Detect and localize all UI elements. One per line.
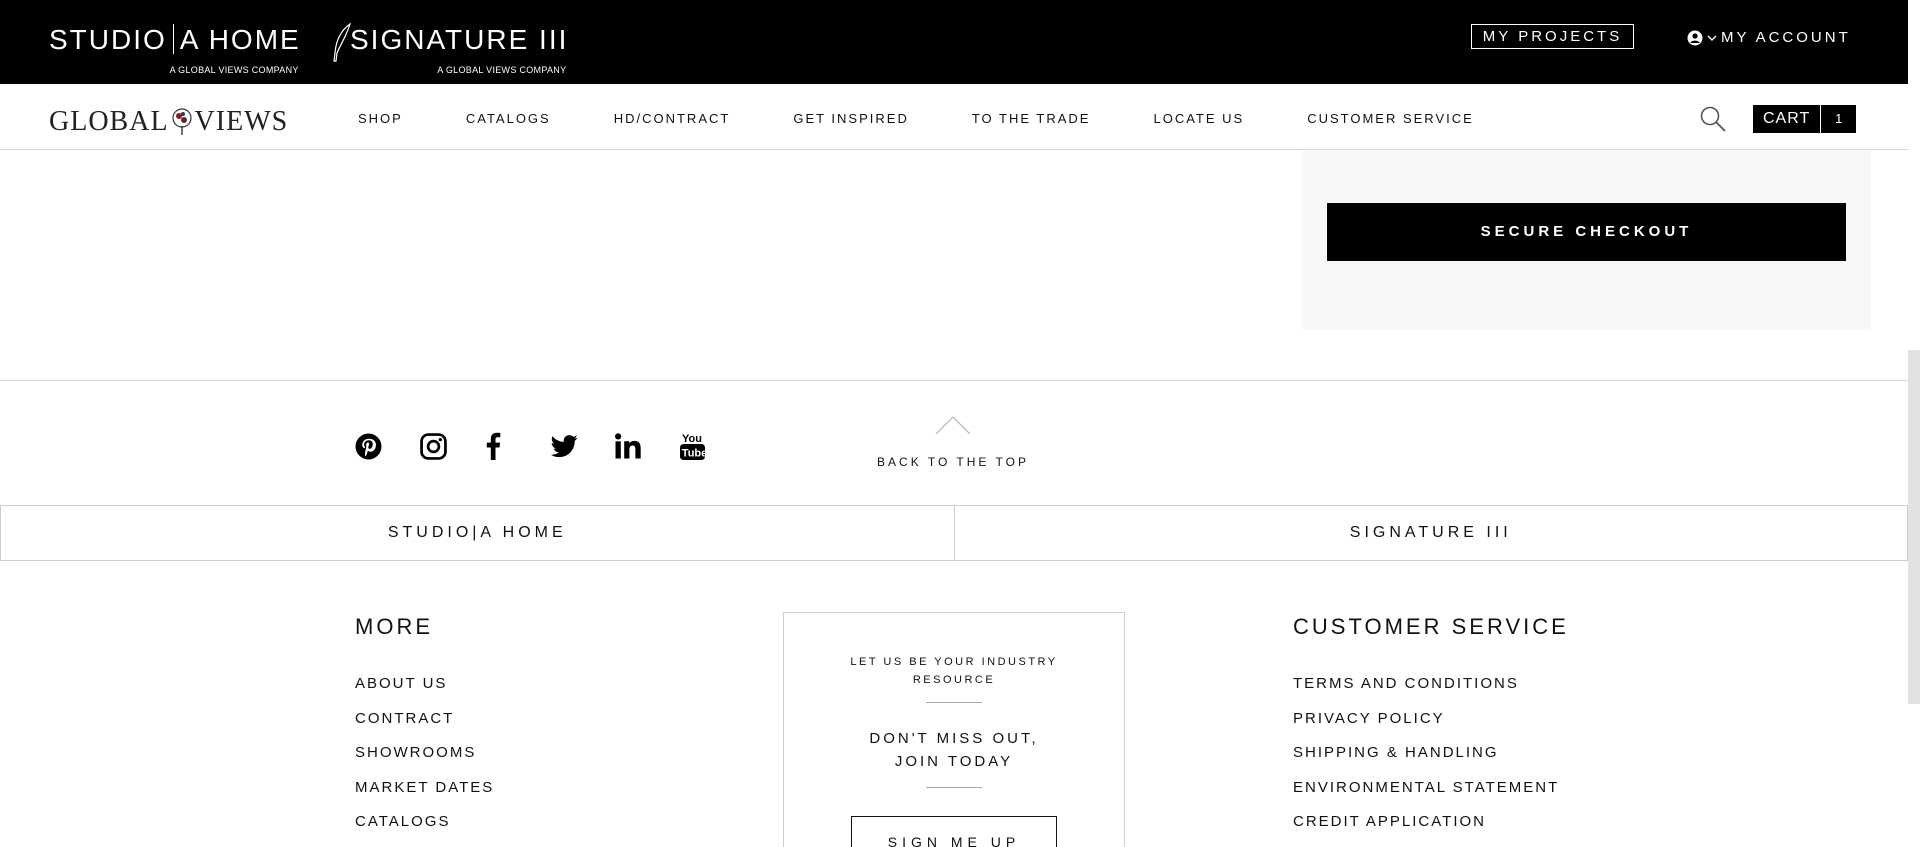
signature-brand-name: SIGNATURE III	[350, 24, 569, 55]
footer-link-shipping[interactable]: SHIPPING & HANDLING	[1293, 744, 1559, 779]
sign-me-up-button[interactable]: SIGN ME UP	[851, 816, 1057, 847]
cart-count-badge: 1	[1820, 105, 1857, 133]
youtube-icon[interactable]: You Tube	[680, 431, 745, 461]
nav-item-shop[interactable]: SHOP	[358, 111, 403, 126]
nav-item-hd-contract[interactable]: HD/CONTRACT	[614, 111, 731, 126]
brand-links-row: STUDIO|A HOME SIGNATURE III	[0, 505, 1908, 561]
nav-item-get-inspired[interactable]: GET INSPIRED	[793, 111, 909, 126]
footer-link-about-us[interactable]: ABOUT US	[355, 675, 494, 710]
instagram-icon[interactable]	[420, 431, 485, 461]
signature-iii-footer-link[interactable]: SIGNATURE III	[954, 505, 1908, 561]
studio-brand-right: A HOME	[179, 24, 301, 55]
footer-link-privacy[interactable]: PRIVACY POLICY	[1293, 710, 1559, 745]
chevron-down-icon	[1707, 35, 1717, 41]
my-account-menu[interactable]: MY ACCOUNT	[1687, 29, 1851, 46]
cart-label: CART	[1753, 105, 1821, 133]
nav-item-catalogs[interactable]: CATALOGS	[466, 111, 551, 126]
svg-text:Tube: Tube	[682, 448, 705, 460]
pinterest-icon[interactable]	[355, 431, 420, 461]
logo-text-right: VIEWS	[194, 106, 289, 137]
signature-brand-subtitle: A GLOBAL VIEWS COMPANY	[437, 65, 567, 75]
cart-button[interactable]: CART 1	[1753, 105, 1857, 133]
industry-resource-text: LET US BE YOUR INDUSTRY RESOURCE	[850, 656, 1058, 686]
footer-link-environmental[interactable]: ENVIRONMENTAL STATEMENT	[1293, 779, 1559, 814]
footer-divider	[0, 380, 1908, 381]
footer-link-credit-application[interactable]: CREDIT APPLICATION	[1293, 813, 1559, 847]
studio-brand-subtitle: A GLOBAL VIEWS COMPANY	[169, 65, 299, 75]
linkedin-icon[interactable]	[615, 431, 680, 461]
search-icon[interactable]	[1699, 105, 1727, 133]
studio-a-home-brand-link[interactable]: STUDIO A HOME A GLOBAL VIEWS COMPANY	[49, 24, 301, 75]
footer-link-market-dates[interactable]: MARKET DATES	[355, 779, 494, 814]
signup-headline: DON'T MISS OUT, JOIN TODAY	[784, 727, 1124, 773]
signup-headline-line-2: JOIN TODAY	[894, 753, 1014, 770]
primary-nav: SHOP CATALOGS HD/CONTRACT GET INSPIRED T…	[358, 111, 1537, 126]
facebook-icon[interactable]	[485, 431, 550, 461]
secure-checkout-button[interactable]: SECURE CHECKOUT	[1327, 203, 1846, 261]
twitter-icon[interactable]	[550, 431, 615, 461]
svg-text:You: You	[682, 433, 702, 445]
social-links: You Tube	[355, 431, 745, 461]
main-navigation-bar: GLOBAL VIEWS SHOP CATALOGS HD/CONTRACT G…	[0, 84, 1908, 150]
studio-a-home-footer-link[interactable]: STUDIO|A HOME	[0, 505, 955, 561]
feather-icon	[333, 23, 351, 62]
customer-service-links: TERMS AND CONDITIONS PRIVACY POLICY SHIP…	[1293, 675, 1559, 847]
newsletter-signup-box: LET US BE YOUR INDUSTRY RESOURCE DON'T M…	[783, 612, 1125, 847]
nav-item-to-the-trade[interactable]: TO THE TRADE	[972, 111, 1091, 126]
signature-iii-brand-link[interactable]: SIGNATURE III A GLOBAL VIEWS COMPANY	[333, 23, 569, 75]
nav-item-locate-us[interactable]: LOCATE US	[1153, 111, 1244, 126]
footer-link-terms[interactable]: TERMS AND CONDITIONS	[1293, 675, 1559, 710]
global-views-logo[interactable]: GLOBAL VIEWS	[49, 106, 288, 138]
signup-headline-line-1: DON'T MISS OUT,	[869, 730, 1039, 747]
brand-bar: STUDIO A HOME A GLOBAL VIEWS COMPANY SIGN…	[0, 0, 1920, 84]
user-icon	[1687, 30, 1703, 45]
back-to-top-label: BACK TO THE TOP	[877, 455, 1029, 469]
more-heading: MORE	[355, 614, 433, 639]
signup-divider-top	[926, 702, 982, 703]
footer-link-catalogs[interactable]: CATALOGS	[355, 813, 494, 847]
logo-text-left: GLOBAL	[49, 106, 169, 137]
back-to-top-link[interactable]: BACK TO THE TOP	[870, 414, 1036, 469]
my-account-label: MY ACCOUNT	[1721, 29, 1851, 46]
more-links: ABOUT US CONTRACT SHOWROOMS MARKET DATES…	[355, 675, 494, 847]
globe-tree-icon	[171, 108, 192, 135]
chevron-up-icon	[935, 416, 971, 435]
scrollbar-thumb[interactable]	[1908, 350, 1920, 704]
signup-divider-bottom	[926, 787, 982, 788]
brand-divider	[172, 24, 174, 54]
nav-item-customer-service[interactable]: CUSTOMER SERVICE	[1307, 111, 1474, 126]
footer-link-contract[interactable]: CONTRACT	[355, 710, 494, 745]
my-projects-button[interactable]: MY PROJECTS	[1471, 24, 1634, 49]
customer-service-heading: CUSTOMER SERVICE	[1293, 614, 1569, 639]
studio-brand-left: STUDIO	[49, 24, 167, 55]
footer-link-showrooms[interactable]: SHOWROOMS	[355, 744, 494, 779]
